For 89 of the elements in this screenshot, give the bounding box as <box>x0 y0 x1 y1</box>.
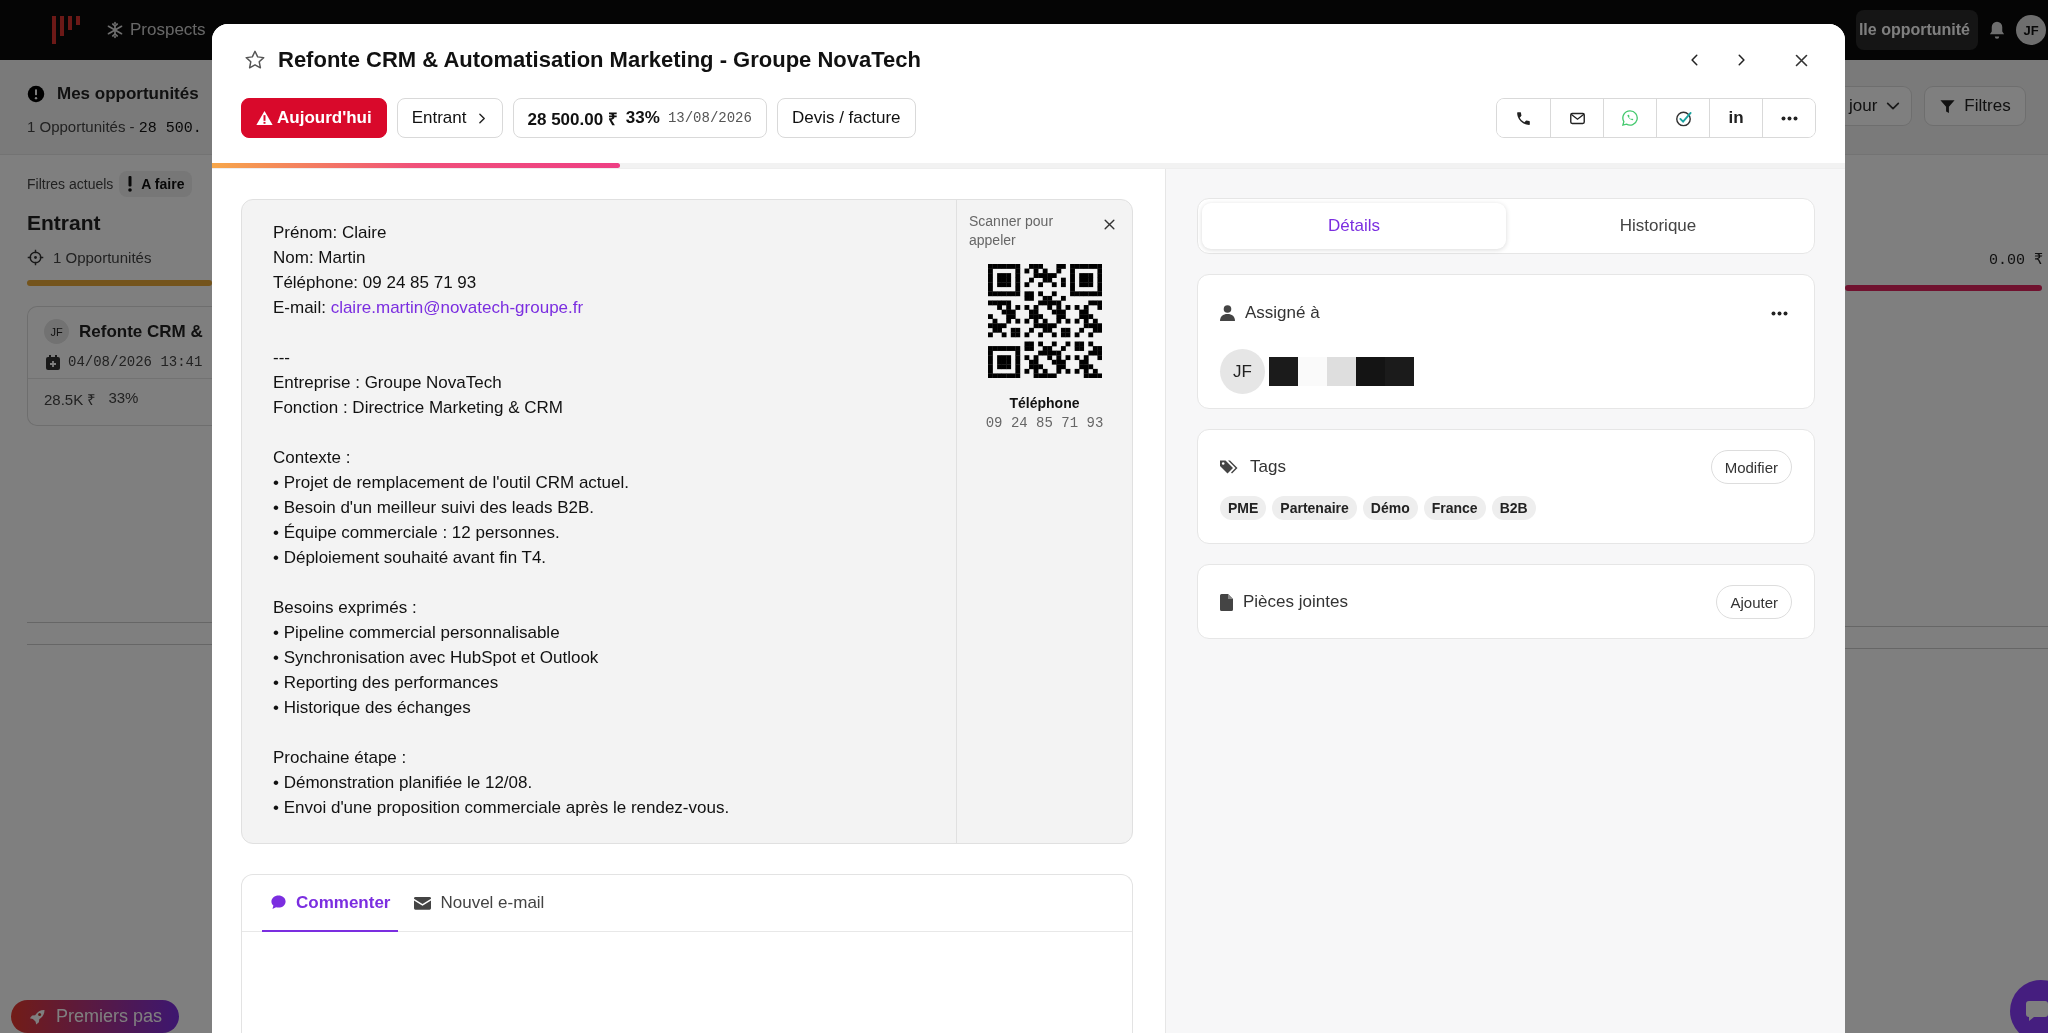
bell-icon <box>1988 20 2006 40</box>
alert-circle-icon <box>27 85 45 103</box>
composer-tab[interactable]: Nouvel e-mail <box>406 875 553 932</box>
stage-button[interactable]: Entrant <box>396 98 503 138</box>
file-icon <box>1220 593 1233 611</box>
tags-icon <box>1220 459 1240 475</box>
period-dropdown[interactable]: jour <box>1845 86 1913 126</box>
composer-tab[interactable]: Commenter <box>262 875 399 932</box>
close-icon <box>1103 218 1116 231</box>
note-line: • Reporting des performances <box>273 672 500 694</box>
getting-started-button[interactable]: Premiers pas <box>11 1000 179 1033</box>
note-line: E-mail: claire.martin@novatech-groupe.fr <box>273 297 585 319</box>
tag-chip: Partenaire <box>1272 496 1357 520</box>
note-line: Prochaine étape : <box>273 747 408 769</box>
modal-title: Refonte CRM & Automatisation Marketing - Groupe NovaTech <box>278 47 922 73</box>
favorite-button[interactable] <box>244 49 266 71</box>
note-line: • Projet de remplacement de l'outil CRM actuel. <box>273 472 630 494</box>
card-amount: 28.5K ₹ <box>44 390 97 409</box>
crosshair-icon <box>27 249 44 266</box>
column-total: 0.00 ₹ <box>1988 251 2043 269</box>
card-percent: 33% <box>108 389 139 408</box>
exclamation-icon <box>127 176 134 192</box>
nav-link[interactable]: Prospects <box>130 20 206 40</box>
snowflake-icon <box>106 21 124 39</box>
more-icon <box>1780 115 1798 121</box>
due-date-button[interactable]: Aujourd'hui <box>241 98 387 138</box>
note-line: Contexte : <box>273 447 352 469</box>
tag-chip: PME <box>1220 496 1267 520</box>
note-line: • Pipeline commercial personnalisable <box>273 622 561 644</box>
card-title: Refonte CRM & <box>79 321 203 342</box>
funnel-icon <box>1939 97 1957 115</box>
column-title: Entrant <box>27 211 102 235</box>
avatar: JF <box>44 319 69 344</box>
summary-label: 1 Opportunités - <box>27 118 135 135</box>
tag-chip: France <box>1423 496 1486 520</box>
filters-label: Filtres actuels <box>27 176 114 192</box>
qr-caption: Scanner pour appeler <box>969 212 1055 250</box>
envelope-icon <box>414 895 432 910</box>
note-line: • Équipe commerciale : 12 personnes. <box>273 522 561 544</box>
quote-invoice-button[interactable]: Devis / facture <box>776 98 916 138</box>
note-line: --- <box>273 347 291 369</box>
summary-amount: 28 500. <box>138 120 202 137</box>
page-title: Mes opportunités <box>57 84 199 104</box>
filters-button[interactable]: Filtres <box>1924 86 2026 126</box>
panel-tab[interactable]: Historique <box>1506 203 1810 249</box>
add-button[interactable]: Ajouter <box>1716 585 1792 619</box>
note-line: Fonction : Directrice Marketing & CRM <box>273 397 565 419</box>
user-avatar[interactable]: JF <box>2016 15 2046 45</box>
note-line: • Démonstration planifiée le 12/08. <box>273 772 534 794</box>
comment-icon <box>270 894 287 911</box>
card-heading: Tags <box>1250 457 1287 477</box>
note-line: • Historique des échanges <box>273 697 472 719</box>
tag-chip: B2B <box>1491 496 1536 520</box>
logo-icon <box>50 14 82 46</box>
avatar: JF <box>1220 349 1265 394</box>
more-icon <box>1771 310 1788 316</box>
tag-chip: Démo <box>1362 496 1418 520</box>
note-line: Besoins exprimés : <box>273 597 418 619</box>
note-line: • Envoi d'une proposition commerciale après le rendez-vous. <box>273 797 731 819</box>
email-link[interactable]: claire.martin@novatech-groupe.fr <box>330 298 584 317</box>
chat-bubble-icon <box>1621 109 1639 127</box>
calendar-icon <box>46 354 60 370</box>
opportunity-card[interactable]: JF Refonte CRM & 04/08/2026 13:41 28.5K ₹ 33% <box>27 306 212 426</box>
star-icon <box>244 49 266 71</box>
column-count: 1 Opportunités <box>53 249 152 266</box>
rocket-icon <box>28 1007 46 1026</box>
phone-number: 09 24 85 71 93 <box>985 415 1104 431</box>
phone-icon <box>1515 109 1532 127</box>
amount-button[interactable]: 28 500.00 ₹ 33% 13/08/2026 <box>512 98 767 138</box>
note-line: Nom: Martin <box>273 247 367 269</box>
note-line: • Déploiement souhaité avant fin T4. <box>273 547 548 569</box>
note-line: Prénom: Claire <box>273 222 388 244</box>
note-line: • Besoin d'un meilleur suivi des leads B2B. <box>273 497 596 519</box>
card-heading: Assigné à <box>1245 303 1321 323</box>
note-line: Entreprise : Groupe NovaTech <box>273 372 503 394</box>
panel-tab[interactable]: Détails <box>1202 203 1506 249</box>
check-circle-icon <box>1673 108 1693 128</box>
card-date: 04/08/2026 13:41 <box>68 354 203 370</box>
new-opportunity-button[interactable]: lle opportunité <box>1855 10 1978 50</box>
edit-button[interactable]: Modifier <box>1710 450 1792 484</box>
warning-icon <box>256 110 273 126</box>
filter-chip[interactable]: A faire <box>119 171 193 197</box>
chat-icon <box>2026 1001 2048 1021</box>
card-heading: Pièces jointes <box>1243 592 1349 612</box>
note-line: Téléphone: 09 24 85 71 93 <box>273 272 478 294</box>
close-icon <box>1794 52 1809 68</box>
note-line: • Synchronisation avec HubSpot et Outlook <box>273 647 600 669</box>
qr-label: Téléphone <box>1009 395 1080 411</box>
user-icon <box>1220 305 1235 321</box>
